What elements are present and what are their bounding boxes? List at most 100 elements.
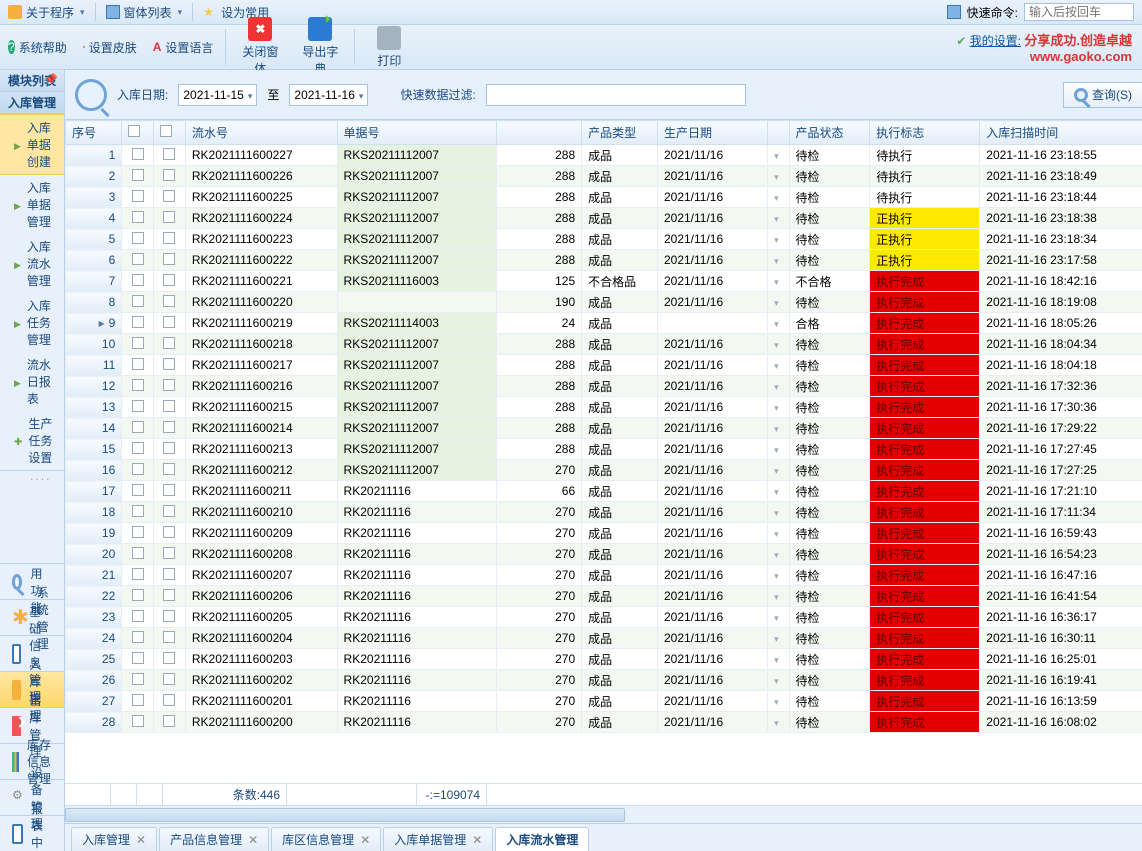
tree-node-2[interactable]: 入库流水管理 bbox=[0, 234, 64, 293]
row-check-1[interactable] bbox=[122, 187, 154, 208]
row-check-2[interactable] bbox=[154, 712, 186, 733]
cell-pdate-dd[interactable] bbox=[768, 439, 789, 460]
table-row[interactable]: 1 RK2021111600227 RKS20211112007 288 成品 … bbox=[66, 145, 1142, 166]
tab-4[interactable]: 入库流水管理 bbox=[495, 827, 589, 851]
row-check-1[interactable] bbox=[122, 229, 154, 250]
cell-pdate-dd[interactable] bbox=[768, 187, 789, 208]
cell-pdate-dd[interactable] bbox=[768, 691, 789, 712]
row-check-2[interactable] bbox=[154, 586, 186, 607]
cell-pdate-dd[interactable] bbox=[768, 145, 789, 166]
cell-pdate-dd[interactable] bbox=[768, 460, 789, 481]
table-row[interactable]: 17 RK2021111600211 RK20211116 66 成品 2021… bbox=[66, 481, 1142, 502]
cell-pdate-dd[interactable] bbox=[768, 334, 789, 355]
row-check-1[interactable] bbox=[122, 607, 154, 628]
cell-pdate-dd[interactable] bbox=[768, 355, 789, 376]
cell-pdate-dd[interactable] bbox=[768, 397, 789, 418]
row-check-2[interactable] bbox=[154, 292, 186, 313]
stack-item-7[interactable]: 报表中心 bbox=[0, 815, 64, 851]
table-row[interactable]: 4 RK2021111600224 RKS20211112007 288 成品 … bbox=[66, 208, 1142, 229]
row-check-1[interactable] bbox=[122, 208, 154, 229]
col-1[interactable] bbox=[122, 121, 154, 145]
quick-cmd-input[interactable] bbox=[1024, 3, 1134, 21]
col-0[interactable]: 序号 bbox=[66, 121, 122, 145]
table-row[interactable]: 8 RK2021111600220 190 成品 2021/11/16 待检 执… bbox=[66, 292, 1142, 313]
tree-node-1[interactable]: 入库单据管理 bbox=[0, 175, 64, 234]
row-check-2[interactable] bbox=[154, 649, 186, 670]
tree-node-5[interactable]: 生产任务设置 bbox=[0, 411, 64, 470]
row-check-2[interactable] bbox=[154, 334, 186, 355]
btn-lang[interactable]: A设置语言 bbox=[145, 39, 222, 56]
cell-pdate-dd[interactable] bbox=[768, 586, 789, 607]
tab-2[interactable]: 库区信息管理✕ bbox=[271, 827, 381, 851]
cell-pdate-dd[interactable] bbox=[768, 712, 789, 733]
col-5[interactable] bbox=[496, 121, 582, 145]
left-section-header[interactable]: 入库管理« bbox=[0, 92, 64, 114]
tab-0[interactable]: 入库管理✕ bbox=[71, 827, 157, 851]
row-check-2[interactable] bbox=[154, 355, 186, 376]
stack-item-0[interactable]: 常用功能 bbox=[0, 563, 64, 599]
col-8[interactable] bbox=[768, 121, 789, 145]
row-check-1[interactable] bbox=[122, 586, 154, 607]
checkbox-icon[interactable] bbox=[160, 125, 172, 137]
row-check-1[interactable] bbox=[122, 355, 154, 376]
row-check-1[interactable] bbox=[122, 628, 154, 649]
tab-1[interactable]: 产品信息管理✕ bbox=[159, 827, 269, 851]
row-check-1[interactable] bbox=[122, 481, 154, 502]
row-check-2[interactable] bbox=[154, 460, 186, 481]
row-check-1[interactable] bbox=[122, 376, 154, 397]
cell-pdate-dd[interactable] bbox=[768, 313, 789, 334]
table-row[interactable]: 6 RK2021111600222 RKS20211112007 288 成品 … bbox=[66, 250, 1142, 271]
date-from[interactable]: 2021-11-15 bbox=[178, 84, 257, 106]
cell-pdate-dd[interactable] bbox=[768, 502, 789, 523]
row-check-1[interactable] bbox=[122, 712, 154, 733]
table-row[interactable]: 19 RK2021111600209 RK20211116 270 成品 202… bbox=[66, 523, 1142, 544]
table-row[interactable]: 28 RK2021111600200 RK20211116 270 成品 202… bbox=[66, 712, 1142, 733]
row-check-1[interactable] bbox=[122, 565, 154, 586]
table-row[interactable]: 12 RK2021111600216 RKS20211112007 288 成品… bbox=[66, 376, 1142, 397]
h-scrollbar[interactable] bbox=[65, 805, 1142, 823]
menu-form-list[interactable]: 窗体列表 bbox=[98, 0, 191, 24]
table-row[interactable]: 18 RK2021111600210 RK20211116 270 成品 202… bbox=[66, 502, 1142, 523]
row-check-1[interactable] bbox=[122, 649, 154, 670]
table-row[interactable]: 2 RK2021111600226 RKS20211112007 288 成品 … bbox=[66, 166, 1142, 187]
row-check-1[interactable] bbox=[122, 460, 154, 481]
table-row[interactable]: 24 RK2021111600204 RK20211116 270 成品 202… bbox=[66, 628, 1142, 649]
cell-pdate-dd[interactable] bbox=[768, 607, 789, 628]
quick-filter-input[interactable] bbox=[486, 84, 746, 106]
row-check-2[interactable] bbox=[154, 376, 186, 397]
row-check-1[interactable] bbox=[122, 250, 154, 271]
btn-skin[interactable]: 设置皮肤 bbox=[75, 39, 145, 56]
col-10[interactable]: 执行标志 bbox=[870, 121, 980, 145]
row-check-2[interactable] bbox=[154, 544, 186, 565]
row-check-2[interactable] bbox=[154, 628, 186, 649]
col-6[interactable]: 产品类型 bbox=[582, 121, 658, 145]
pin-icon[interactable]: 📌 bbox=[44, 73, 58, 86]
table-row[interactable]: 9 RK2021111600219 RKS20211114003 24 成品 合… bbox=[66, 313, 1142, 334]
row-check-1[interactable] bbox=[122, 313, 154, 334]
col-2[interactable] bbox=[154, 121, 186, 145]
table-row[interactable]: 13 RK2021111600215 RKS20211112007 288 成品… bbox=[66, 397, 1142, 418]
table-row[interactable]: 5 RK2021111600223 RKS20211112007 288 成品 … bbox=[66, 229, 1142, 250]
row-check-1[interactable] bbox=[122, 523, 154, 544]
row-check-1[interactable] bbox=[122, 691, 154, 712]
table-row[interactable]: 11 RK2021111600217 RKS20211112007 288 成品… bbox=[66, 355, 1142, 376]
row-check-2[interactable] bbox=[154, 502, 186, 523]
table-row[interactable]: 21 RK2021111600207 RK20211116 270 成品 202… bbox=[66, 565, 1142, 586]
row-check-1[interactable] bbox=[122, 271, 154, 292]
cell-pdate-dd[interactable] bbox=[768, 208, 789, 229]
cell-pdate-dd[interactable] bbox=[768, 418, 789, 439]
tab-close-icon[interactable]: ✕ bbox=[360, 833, 370, 847]
table-row[interactable]: 3 RK2021111600225 RKS20211112007 288 成品 … bbox=[66, 187, 1142, 208]
col-4[interactable]: 单据号 bbox=[337, 121, 496, 145]
row-check-2[interactable] bbox=[154, 607, 186, 628]
row-check-2[interactable] bbox=[154, 166, 186, 187]
table-row[interactable]: 23 RK2021111600205 RK20211116 270 成品 202… bbox=[66, 607, 1142, 628]
cell-pdate-dd[interactable] bbox=[768, 229, 789, 250]
row-check-1[interactable] bbox=[122, 418, 154, 439]
btn-search[interactable]: 查询(S) bbox=[1063, 82, 1142, 108]
col-11[interactable]: 入库扫描时间 bbox=[980, 121, 1142, 145]
row-check-2[interactable] bbox=[154, 397, 186, 418]
table-row[interactable]: 20 RK2021111600208 RK20211116 270 成品 202… bbox=[66, 544, 1142, 565]
cell-pdate-dd[interactable] bbox=[768, 628, 789, 649]
table-row[interactable]: 15 RK2021111600213 RKS20211112007 288 成品… bbox=[66, 439, 1142, 460]
